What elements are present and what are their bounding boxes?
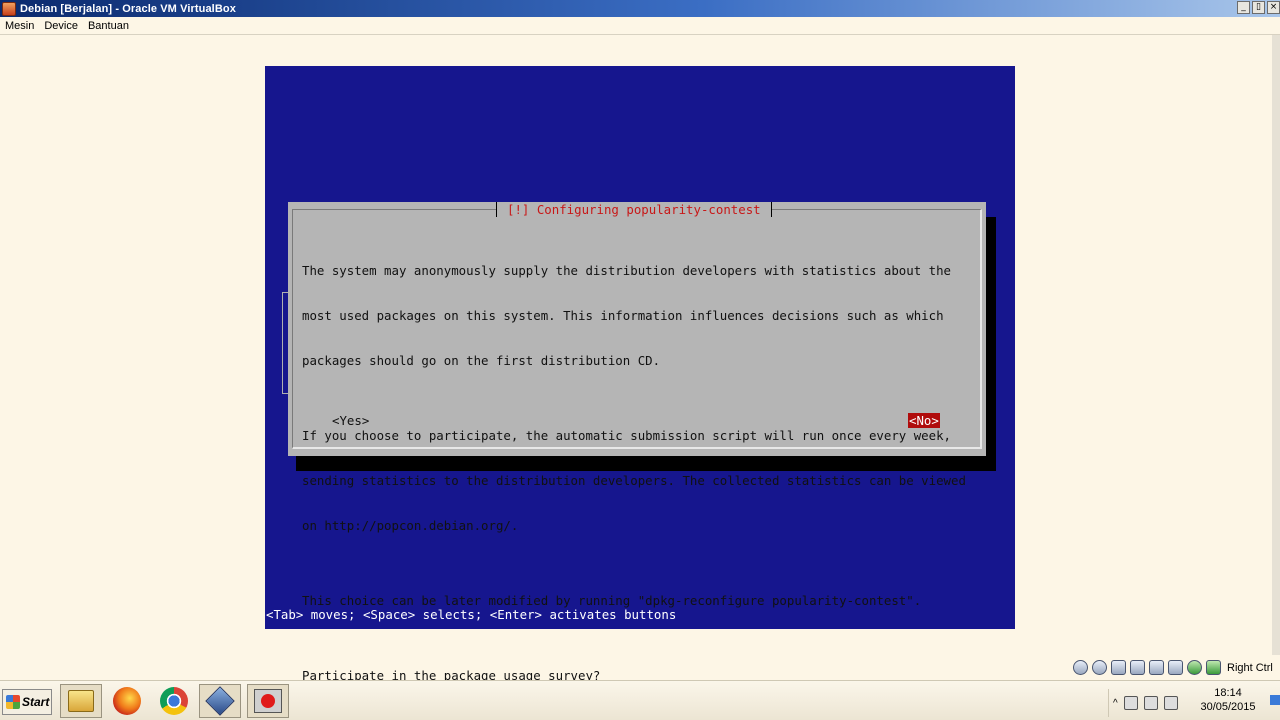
folder-icon <box>68 690 94 712</box>
window-titlebar: Debian [Berjalan] - Oracle VM VirtualBox… <box>0 0 1280 17</box>
virtualbox-icon <box>205 686 235 716</box>
restore-button[interactable]: ▯ <box>1252 1 1265 14</box>
body-line: packages should go on the first distribu… <box>302 353 661 368</box>
body-line: most used packages on this system. This … <box>302 308 944 323</box>
display-icon[interactable] <box>1168 660 1183 675</box>
close-button[interactable]: × <box>1267 1 1280 14</box>
taskbar-file-explorer[interactable] <box>60 684 102 718</box>
body-line: This choice can be later modified by run… <box>302 593 922 608</box>
menu-mesin[interactable]: Mesin <box>0 20 39 32</box>
body-line: The system may anonymously supply the di… <box>302 263 952 278</box>
body-line: If you choose to participate, the automa… <box>302 428 952 443</box>
start-button[interactable]: Start <box>2 689 52 715</box>
no-button[interactable]: <No> <box>908 413 940 428</box>
popularity-contest-dialog: [!] Configuring popularity-contest The s… <box>288 202 986 683</box>
virtualbox-app-icon <box>2 1 16 16</box>
host-key-label: Right Ctrl <box>1227 661 1273 674</box>
network-tray-icon[interactable] <box>1143 696 1158 710</box>
taskbar-chrome[interactable] <box>153 684 195 718</box>
usb-icon[interactable] <box>1111 660 1126 675</box>
taskbar-screen-recorder[interactable] <box>247 684 289 718</box>
minimize-button[interactable]: _ <box>1237 1 1250 14</box>
show-hidden-icons-chevron[interactable]: ^ <box>1113 698 1118 709</box>
vm-display[interactable]: [!] Configuring popularity-contest The s… <box>265 66 1015 683</box>
body-line: on http://popcon.debian.org/. <box>302 518 519 533</box>
volume-icon[interactable] <box>1163 696 1178 710</box>
menu-bar: Mesin Device Bantuan <box>0 17 1280 35</box>
vbox-status-icons: Right Ctrl <box>1073 660 1273 675</box>
start-label: Start <box>22 695 50 709</box>
yes-button[interactable]: <Yes> <box>332 413 369 428</box>
firefox-icon <box>113 687 141 715</box>
windows-logo-icon <box>6 695 20 709</box>
window-title: Debian [Berjalan] - Oracle VM VirtualBox <box>20 2 236 15</box>
window-controls: _ ▯ × <box>1237 1 1280 14</box>
chrome-icon <box>160 687 188 715</box>
capture-icon[interactable] <box>1187 660 1202 675</box>
tray-clock[interactable]: 18:14 30/05/2015 <box>1196 686 1260 714</box>
mouse-integration-icon[interactable] <box>1206 660 1221 675</box>
network-icon[interactable] <box>1130 660 1145 675</box>
body-line: sending statistics to the distribution d… <box>302 473 966 488</box>
vertical-scrollbar[interactable] <box>1272 35 1280 655</box>
shared-folder-icon[interactable] <box>1149 660 1164 675</box>
taskbar-virtualbox[interactable] <box>199 684 241 718</box>
dialog-title: [!] Configuring popularity-contest <box>496 202 772 217</box>
optical-drive-icon[interactable] <box>1092 660 1107 675</box>
keyboard-hint-line: <Tab> moves; <Space> selects; <Enter> ac… <box>266 607 677 622</box>
clock-time: 18:14 <box>1214 687 1242 699</box>
menu-bantuan[interactable]: Bantuan <box>83 20 134 32</box>
taskbar-firefox[interactable] <box>106 684 148 718</box>
clock-date: 30/05/2015 <box>1200 701 1256 713</box>
hard-disk-icon[interactable] <box>1073 660 1088 675</box>
show-desktop-icon[interactable] <box>1270 695 1280 705</box>
menu-device[interactable]: Device <box>39 20 83 32</box>
taskbar: Start ^ 18:14 30/05/2015 <box>0 680 1280 720</box>
dialog-body: The system may anonymously supply the di… <box>302 233 966 713</box>
action-center-icon[interactable] <box>1123 696 1138 710</box>
screen-recorder-icon <box>254 689 282 713</box>
